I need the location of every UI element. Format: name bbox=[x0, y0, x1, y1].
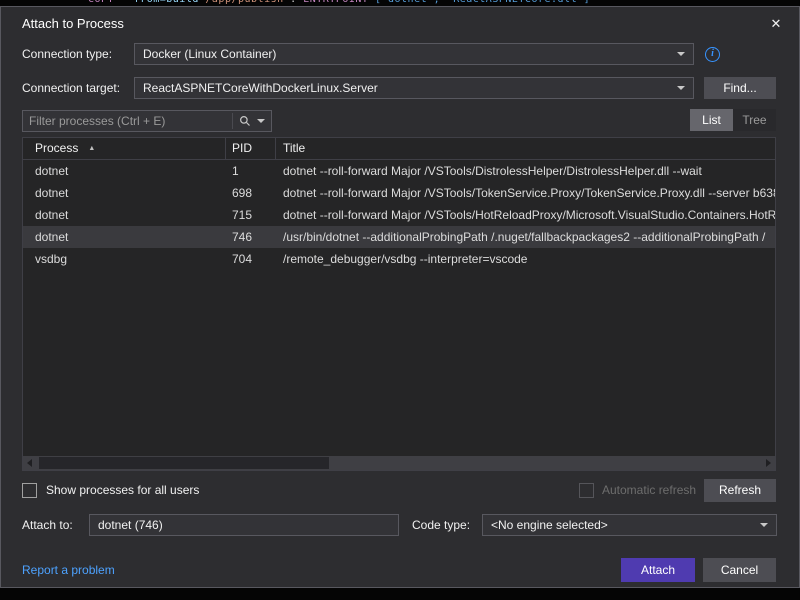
attach-to-process-dialog: Attach to Process ✕ Connection type: Doc… bbox=[0, 6, 800, 588]
table-row[interactable]: dotnet698dotnet --roll-forward Major /VS… bbox=[23, 182, 775, 204]
cell-pid: 1 bbox=[226, 160, 276, 182]
cell-title: /usr/bin/dotnet --additionalProbingPath … bbox=[276, 226, 775, 248]
connection-type-dropdown[interactable]: Docker (Linux Container) bbox=[134, 43, 694, 65]
cell-pid: 698 bbox=[226, 182, 276, 204]
cell-process: vsdbg bbox=[23, 248, 226, 270]
cell-title: dotnet --roll-forward Major /VSTools/Tok… bbox=[276, 182, 775, 204]
cell-title: /remote_debugger/vsdbg --interpreter=vsc… bbox=[276, 248, 775, 270]
table-row[interactable]: dotnet746/usr/bin/dotnet --additionalPro… bbox=[23, 226, 775, 248]
chevron-down-icon bbox=[257, 119, 265, 123]
table-row[interactable]: dotnet1dotnet --roll-forward Major /VSTo… bbox=[23, 160, 775, 182]
chevron-down-icon bbox=[677, 86, 685, 90]
column-header-process[interactable]: Process ▲ bbox=[23, 138, 226, 160]
automatic-refresh-checkbox[interactable] bbox=[579, 483, 594, 498]
connection-target-label: Connection target: bbox=[22, 77, 120, 99]
process-table-header: Process ▲ PID Title bbox=[23, 138, 775, 160]
sort-asc-icon: ▲ bbox=[88, 145, 95, 152]
scrollbar-thumb[interactable] bbox=[39, 457, 329, 469]
connection-target-dropdown[interactable]: ReactASPNETCoreWithDockerLinux.Server bbox=[134, 77, 694, 99]
process-table: Process▲ PID Title dotnet1dotnet --roll-… bbox=[22, 137, 776, 471]
cancel-button[interactable]: Cancel bbox=[703, 558, 776, 582]
table-row[interactable]: dotnet715dotnet --roll-forward Major /VS… bbox=[23, 204, 775, 226]
connection-type-label: Connection type: bbox=[22, 43, 112, 65]
attach-to-input[interactable]: dotnet (746) bbox=[89, 514, 399, 536]
attach-button[interactable]: Attach bbox=[621, 558, 695, 582]
report-problem-link[interactable]: Report a problem bbox=[22, 558, 115, 582]
filter-placeholder: Filter processes (Ctrl + E) bbox=[29, 114, 232, 128]
find-button[interactable]: Find... bbox=[704, 77, 776, 99]
scroll-left-arrow-icon[interactable] bbox=[23, 456, 37, 470]
cell-pid: 746 bbox=[226, 226, 276, 248]
cell-process: dotnet bbox=[23, 182, 226, 204]
automatic-refresh-label: Automatic refresh bbox=[602, 479, 696, 501]
refresh-button[interactable]: Refresh bbox=[704, 479, 776, 502]
connection-type-value: Docker (Linux Container) bbox=[143, 47, 677, 61]
cell-title: dotnet --roll-forward Major /VSTools/Hot… bbox=[276, 204, 775, 226]
screen: COPY --from=build /app/publish . ENTRYPO… bbox=[0, 0, 800, 600]
cell-pid: 704 bbox=[226, 248, 276, 270]
view-toggle: List Tree bbox=[690, 109, 776, 131]
chevron-down-icon bbox=[677, 52, 685, 56]
show-all-users-label: Show processes for all users bbox=[46, 479, 199, 501]
tree-view-button[interactable]: Tree bbox=[733, 109, 776, 131]
filter-search-controls[interactable] bbox=[232, 113, 265, 129]
info-icon[interactable]: i bbox=[705, 47, 720, 62]
search-icon bbox=[239, 115, 251, 127]
column-header-process-label: Process bbox=[35, 141, 78, 155]
attach-to-label: Attach to: bbox=[22, 514, 73, 536]
cell-process: dotnet bbox=[23, 204, 226, 226]
scroll-right-arrow-icon[interactable] bbox=[761, 456, 775, 470]
cell-pid: 715 bbox=[226, 204, 276, 226]
background-code-line: COPY --from=build /app/publish . ENTRYPO… bbox=[88, 0, 590, 5]
cell-process: dotnet bbox=[23, 226, 226, 248]
horizontal-scrollbar[interactable] bbox=[23, 456, 775, 470]
cell-title: dotnet --roll-forward Major /VSTools/Dis… bbox=[276, 160, 775, 182]
column-header-pid[interactable]: PID bbox=[226, 138, 276, 160]
process-rows: dotnet1dotnet --roll-forward Major /VSTo… bbox=[23, 160, 775, 270]
cell-process: dotnet bbox=[23, 160, 226, 182]
dialog-title: Attach to Process bbox=[22, 16, 124, 31]
code-type-label: Code type: bbox=[412, 514, 470, 536]
connection-target-value: ReactASPNETCoreWithDockerLinux.Server bbox=[143, 81, 677, 95]
code-type-value: <No engine selected> bbox=[491, 518, 760, 532]
filter-processes-input[interactable]: Filter processes (Ctrl + E) bbox=[22, 110, 272, 132]
chevron-down-icon bbox=[760, 523, 768, 527]
close-icon[interactable]: ✕ bbox=[761, 12, 791, 36]
table-row[interactable]: vsdbg704/remote_debugger/vsdbg --interpr… bbox=[23, 248, 775, 270]
show-all-users-checkbox[interactable] bbox=[22, 483, 37, 498]
code-type-dropdown[interactable]: <No engine selected> bbox=[482, 514, 777, 536]
column-header-title[interactable]: Title bbox=[276, 138, 775, 160]
list-view-button[interactable]: List bbox=[690, 109, 733, 131]
